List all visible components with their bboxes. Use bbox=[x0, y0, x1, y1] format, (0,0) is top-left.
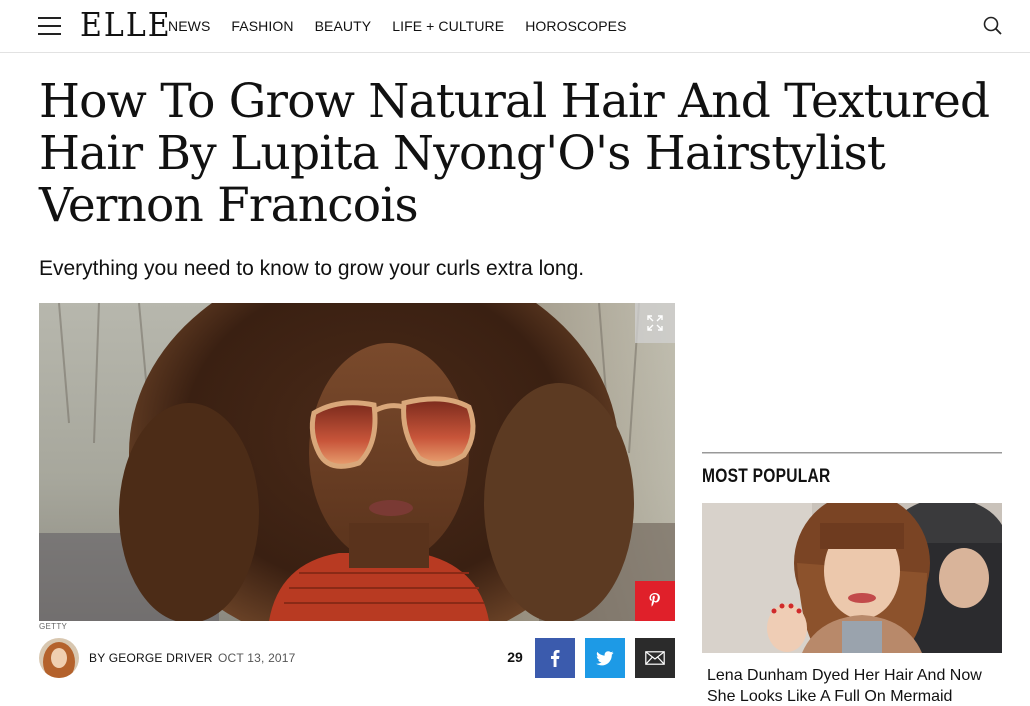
nav-news[interactable]: NEWS bbox=[168, 18, 210, 34]
share-count: 29 bbox=[507, 649, 523, 665]
email-icon[interactable] bbox=[635, 638, 675, 678]
nav-beauty[interactable]: BEAUTY bbox=[315, 18, 372, 34]
most-popular-image[interactable] bbox=[702, 503, 1002, 653]
nav-fashion[interactable]: FASHION bbox=[231, 18, 293, 34]
site-logo[interactable]: ELLE bbox=[80, 7, 172, 45]
article-dek: Everything you need to know to grow your… bbox=[39, 257, 585, 280]
avatar[interactable] bbox=[39, 638, 79, 678]
facebook-icon[interactable] bbox=[535, 638, 575, 678]
nav-horoscopes[interactable]: HOROSCOPES bbox=[525, 18, 626, 34]
photo-credit: GETTY bbox=[39, 622, 68, 631]
hero-image[interactable] bbox=[39, 303, 675, 621]
pinterest-icon[interactable] bbox=[635, 581, 675, 621]
top-navigation: ELLE NEWS FASHION BEAUTY LIFE + CULTURE … bbox=[0, 0, 1030, 53]
publish-date: OCT 13, 2017 bbox=[218, 651, 296, 665]
twitter-icon[interactable] bbox=[585, 638, 625, 678]
expand-icon[interactable] bbox=[635, 303, 675, 343]
most-popular-headline[interactable]: Lena Dunham Dyed Her Hair And Now She Lo… bbox=[707, 665, 997, 706]
author-byline[interactable]: BY GEORGE DRIVER bbox=[89, 651, 213, 665]
search-icon[interactable] bbox=[982, 15, 1004, 37]
sidebar-divider bbox=[702, 452, 1002, 454]
main-nav: NEWS FASHION BEAUTY LIFE + CULTURE HOROS… bbox=[168, 18, 648, 34]
article-headline: How To Grow Natural Hair And Textured Ha… bbox=[39, 74, 990, 233]
menu-icon[interactable] bbox=[38, 16, 61, 36]
most-popular-heading: MOST POPULAR bbox=[702, 466, 831, 487]
nav-life-culture[interactable]: LIFE + CULTURE bbox=[392, 18, 504, 34]
